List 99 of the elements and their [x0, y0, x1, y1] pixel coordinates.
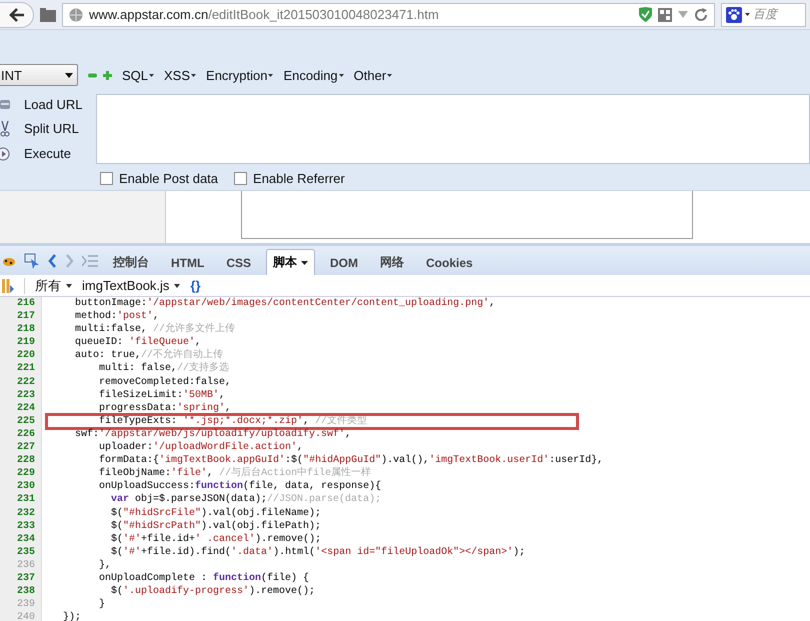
line-number: 218 — [0, 323, 42, 336]
line-number: 224 — [0, 402, 42, 415]
checkbox-label: Enable Referrer — [253, 170, 345, 186]
tab[interactable]: HTML — [164, 249, 212, 275]
code-line: progressData:'spring', — [98, 402, 232, 415]
caret-icon — [387, 74, 392, 76]
caret-icon — [66, 284, 72, 288]
checkbox[interactable] — [100, 172, 113, 184]
tab[interactable]: 控制台 — [106, 249, 156, 275]
code-line: method:'post', — [74, 310, 160, 324]
line-number: 232 — [0, 506, 42, 520]
code-line: multi:false, //允许多文件上传 — [74, 323, 236, 336]
globe-icon — [69, 8, 83, 22]
menu-button[interactable]: XSS — [164, 68, 196, 82]
tab[interactable]: 网络 — [373, 249, 412, 275]
type-select[interactable]: INT — [0, 64, 78, 86]
code-line: $('.uploadify-progress').remove(); — [110, 585, 316, 598]
back-button[interactable] — [0, 2, 34, 28]
line-number: 236 — [0, 558, 42, 572]
pause-icon[interactable] — [2, 278, 14, 292]
filter-dropdown[interactable]: 所有 — [35, 276, 72, 294]
line-number: 227 — [0, 441, 42, 454]
line-number: 237 — [0, 572, 42, 586]
code-line: var obj=$.parseJSON(data);//JSON.parse(data); — [110, 493, 382, 506]
scissors-icon — [0, 120, 10, 137]
line-number: 228 — [0, 454, 42, 468]
paw-icon — [726, 6, 742, 22]
action-button[interactable]: Load URL — [24, 96, 83, 112]
back-arrow-icon — [8, 6, 26, 22]
line-number: 231 — [0, 493, 42, 506]
caret-icon — [191, 74, 196, 76]
line-number: 239 — [0, 598, 42, 612]
minus-icon[interactable] — [88, 70, 97, 80]
code-line: }, — [98, 558, 112, 572]
pretty-print-button[interactable]: {} — [190, 278, 201, 293]
tab[interactable]: Cookies — [419, 249, 480, 275]
menu-button[interactable]: SQL — [122, 68, 154, 82]
line-number: 240 — [0, 611, 42, 621]
plus-icon[interactable] — [103, 70, 112, 80]
line-number: 229 — [0, 467, 42, 480]
code-line: fileObjName:'file', //与后台Action中file属性一样 — [98, 467, 372, 480]
caret-icon — [268, 74, 274, 76]
line-number: 238 — [0, 585, 42, 598]
search-field[interactable]: 百度 — [721, 2, 806, 26]
code-line: }); — [62, 611, 82, 621]
bug-icon[interactable] — [2, 255, 16, 267]
inspect-icon[interactable] — [24, 253, 40, 269]
url-field[interactable]: www.appstar.com.cn/editItBook_it201503010048023471.htm — [62, 2, 715, 26]
code-line: $('#'+file.id).find('.data').html('<span id="fileUploadOk"></span>'); — [110, 546, 526, 559]
code-line: removeCompleted:false, — [98, 376, 232, 389]
action-button[interactable]: Split URL — [24, 121, 79, 136]
line-number: 219 — [0, 336, 42, 350]
dropdown-icon[interactable] — [678, 11, 688, 18]
code-line: queueID: 'fileQueue', — [74, 336, 202, 348]
file-dropdown[interactable]: imgTextBook.js — [82, 278, 180, 293]
qr-code-icon[interactable] — [658, 8, 672, 22]
tab[interactable]: 脚本 — [266, 249, 316, 275]
line-number: 222 — [0, 376, 42, 389]
code-line: $("#hidSrcPath").val(obj.filePath); — [110, 520, 322, 533]
code-line: onUploadSuccess:function(file, data, response){ — [98, 480, 382, 494]
caret-icon — [149, 74, 154, 76]
caret-icon — [174, 284, 180, 288]
checkbox-label: Enable Post data — [119, 170, 218, 186]
code-line: uploader:'/uploadWordFile.action', — [98, 441, 304, 454]
line-number: 225 — [0, 414, 42, 428]
code-line: formData:{'imgTextBook.appGuId':$("#hidAppGuId").val(),'imgTextBook.userId':userId}, — [98, 454, 604, 466]
shield-icon — [639, 7, 652, 22]
caret-icon — [65, 72, 73, 78]
menu-button[interactable]: Other — [354, 68, 392, 82]
code-line: multi: false,//支持多选 — [98, 362, 230, 376]
menu-button[interactable]: Encryption — [206, 68, 274, 82]
tab[interactable]: DOM — [323, 249, 366, 275]
caret-icon — [338, 74, 344, 76]
line-number: 226 — [0, 428, 42, 442]
reload-icon[interactable] — [694, 8, 708, 22]
line-number: 234 — [0, 532, 42, 546]
caret-icon — [745, 13, 750, 16]
line-number: 220 — [0, 349, 42, 362]
play-icon — [0, 146, 10, 161]
line-number: 233 — [0, 520, 42, 533]
checkbox[interactable] — [234, 172, 248, 184]
menu-button[interactable]: Encoding — [283, 68, 344, 82]
action-button[interactable]: Execute — [24, 146, 71, 162]
code-line: auto: true,//不允许自动上传 — [74, 349, 224, 362]
line-number: 230 — [0, 480, 42, 494]
tab[interactable]: CSS — [219, 249, 258, 275]
code-line: onUploadComplete : function(file) { — [98, 572, 310, 586]
code-line: buttonImage:'/appstar/web/images/contentCenter/content_uploading.png', — [74, 297, 496, 310]
line-number: 217 — [0, 310, 42, 324]
line-number: 216 — [0, 297, 42, 310]
caret-icon — [301, 260, 308, 264]
code-line: $('#'+file.id+' .cancel').remove(); — [110, 532, 322, 546]
line-number: 221 — [0, 362, 42, 376]
line-number: 235 — [0, 546, 42, 559]
code-line: $("#hidSrcFile").val(obj.fileName); — [110, 506, 322, 520]
code-line: } — [98, 598, 106, 612]
code-line: swf:'/appstar/web/js/uploadify/uploadify.swf', — [74, 428, 352, 442]
line-number: 223 — [0, 388, 42, 402]
code-line: fileSizeLimit:'50MB', — [98, 388, 226, 402]
